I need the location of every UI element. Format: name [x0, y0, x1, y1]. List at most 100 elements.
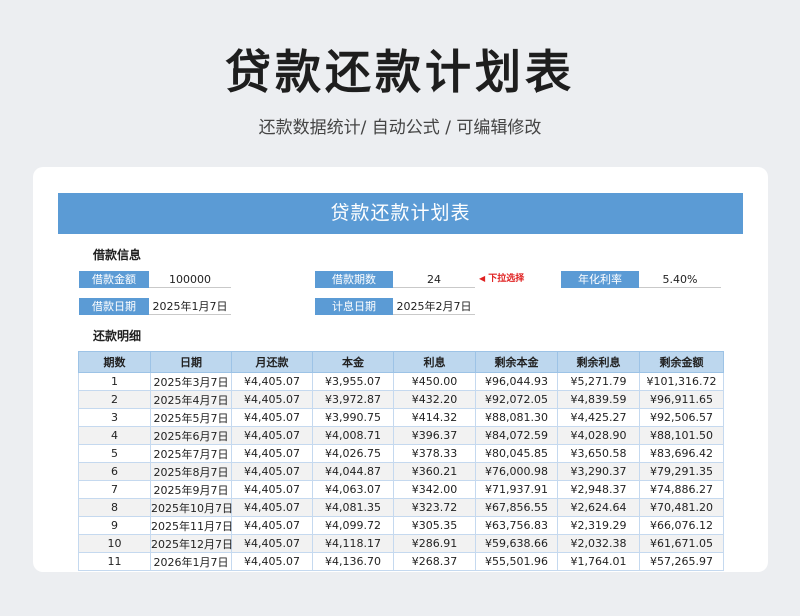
table-cell[interactable]: ¥84,072.59 [475, 426, 558, 445]
table-cell[interactable]: 4 [78, 426, 151, 445]
table-cell[interactable]: ¥71,937.91 [475, 480, 558, 499]
table-cell[interactable]: ¥55,501.96 [475, 552, 558, 571]
rate-label: 年化利率 [561, 271, 639, 288]
table-cell[interactable]: 2025年5月7日 [150, 408, 232, 427]
table-cell[interactable]: ¥57,265.97 [639, 552, 724, 571]
table-cell[interactable]: ¥74,886.27 [639, 480, 724, 499]
table-cell[interactable]: ¥4,405.07 [231, 552, 313, 571]
table-cell[interactable]: ¥2,948.37 [557, 480, 640, 499]
table-cell[interactable]: ¥61,671.05 [639, 534, 724, 553]
table-cell[interactable]: ¥96,044.93 [475, 372, 558, 391]
table-cell[interactable]: ¥4,405.07 [231, 534, 313, 553]
table-cell[interactable]: 2025年8月7日 [150, 462, 232, 481]
table-cell[interactable]: ¥323.72 [393, 498, 476, 517]
table-cell[interactable]: 10 [78, 534, 151, 553]
table-row: 7 2025年9月7日 ¥4,405.07 ¥4,063.07 ¥342.00 ¥71,9… [78, 480, 724, 499]
loan-info-heading: 借款信息 [93, 248, 142, 262]
periods-dropdown[interactable]: 24 [393, 271, 475, 288]
table-cell[interactable]: ¥4,405.07 [231, 444, 313, 463]
table-cell[interactable]: ¥4,405.07 [231, 498, 313, 517]
column-header: 剩余利息 [557, 351, 640, 373]
table-cell[interactable]: ¥4,044.87 [312, 462, 394, 481]
table-cell[interactable]: ¥3,955.07 [312, 372, 394, 391]
table-cell[interactable]: ¥360.21 [393, 462, 476, 481]
table-cell[interactable]: ¥3,990.75 [312, 408, 394, 427]
table-cell[interactable]: ¥268.37 [393, 552, 476, 571]
table-cell[interactable]: ¥4,099.72 [312, 516, 394, 535]
table-cell[interactable]: 6 [78, 462, 151, 481]
table-cell[interactable]: ¥70,481.20 [639, 498, 724, 517]
table-cell[interactable]: 2025年7月7日 [150, 444, 232, 463]
table-cell[interactable]: ¥3,972.87 [312, 390, 394, 409]
table-cell[interactable]: ¥96,911.65 [639, 390, 724, 409]
table-cell[interactable]: 2025年12月7日 [150, 534, 233, 553]
table-cell[interactable]: 2025年10月7日 [150, 498, 233, 517]
interest-date-value[interactable]: 2025年2月7日 [393, 298, 475, 315]
table-cell[interactable]: ¥2,032.38 [557, 534, 640, 553]
table-cell[interactable]: ¥63,756.83 [475, 516, 558, 535]
table-cell[interactable]: ¥4,028.90 [557, 426, 640, 445]
table-cell[interactable]: 3 [78, 408, 151, 427]
table-cell[interactable]: ¥101,316.72 [639, 372, 724, 391]
table-cell[interactable]: ¥83,696.42 [639, 444, 724, 463]
table-cell[interactable]: 5 [78, 444, 151, 463]
table-cell[interactable]: ¥450.00 [393, 372, 476, 391]
table-cell[interactable]: 2025年11月7日 [150, 516, 233, 535]
table-cell[interactable]: ¥79,291.35 [639, 462, 724, 481]
loan-date-value[interactable]: 2025年1月7日 [149, 298, 231, 315]
table-cell[interactable]: ¥4,405.07 [231, 516, 313, 535]
table-cell[interactable]: 9 [78, 516, 151, 535]
table-cell[interactable]: ¥414.32 [393, 408, 476, 427]
table-cell[interactable]: ¥4,063.07 [312, 480, 394, 499]
table-cell[interactable]: 11 [78, 552, 151, 571]
table-cell[interactable]: ¥5,271.79 [557, 372, 640, 391]
table-cell[interactable]: 2 [78, 390, 151, 409]
table-cell[interactable]: 8 [78, 498, 151, 517]
table-cell[interactable]: 2025年6月7日 [150, 426, 232, 445]
table-cell[interactable]: ¥342.00 [393, 480, 476, 499]
table-cell[interactable]: ¥4,026.75 [312, 444, 394, 463]
table-cell[interactable]: ¥305.35 [393, 516, 476, 535]
spreadsheet-card: 贷款还款计划表 借款信息 借款金额 100000 借款期数 24 ◀ 下拉选择 … [33, 167, 768, 572]
table-cell[interactable]: ¥4,118.17 [312, 534, 394, 553]
table-cell[interactable]: 1 [78, 372, 151, 391]
rate-value[interactable]: 5.40% [639, 271, 721, 288]
table-cell[interactable]: 2026年1月7日 [150, 552, 232, 571]
table-cell[interactable]: ¥4,405.07 [231, 408, 313, 427]
table-cell[interactable]: ¥2,319.29 [557, 516, 640, 535]
table-cell[interactable]: ¥432.20 [393, 390, 476, 409]
table-cell[interactable]: ¥92,506.57 [639, 408, 724, 427]
table-cell[interactable]: ¥4,839.59 [557, 390, 640, 409]
table-cell[interactable]: 2025年9月7日 [150, 480, 232, 499]
table-cell[interactable]: ¥59,638.66 [475, 534, 558, 553]
table-cell[interactable]: ¥3,650.58 [557, 444, 640, 463]
table-cell[interactable]: ¥4,008.71 [312, 426, 394, 445]
table-cell[interactable]: ¥4,405.07 [231, 372, 313, 391]
table-cell[interactable]: ¥4,081.35 [312, 498, 394, 517]
table-cell[interactable]: ¥4,405.07 [231, 426, 313, 445]
table-cell[interactable]: ¥286.91 [393, 534, 476, 553]
table-cell[interactable]: ¥80,045.85 [475, 444, 558, 463]
table-cell[interactable]: ¥396.37 [393, 426, 476, 445]
table-cell[interactable]: ¥66,076.12 [639, 516, 724, 535]
table-cell[interactable]: ¥4,136.70 [312, 552, 394, 571]
table-cell[interactable]: ¥88,101.50 [639, 426, 724, 445]
table-cell[interactable]: ¥88,081.30 [475, 408, 558, 427]
table-cell[interactable]: ¥4,405.07 [231, 462, 313, 481]
table-cell[interactable]: ¥2,624.64 [557, 498, 640, 517]
table-cell[interactable]: ¥4,425.27 [557, 408, 640, 427]
table-cell[interactable]: 7 [78, 480, 151, 499]
table-row: 11 2026年1月7日 ¥4,405.07 ¥4,136.70 ¥268.37 ¥55,… [78, 552, 724, 571]
table-cell[interactable]: 2025年3月7日 [150, 372, 232, 391]
table-cell[interactable]: ¥1,764.01 [557, 552, 640, 571]
table-cell[interactable]: ¥92,072.05 [475, 390, 558, 409]
table-cell[interactable]: ¥3,290.37 [557, 462, 640, 481]
table-cell[interactable]: ¥4,405.07 [231, 390, 313, 409]
table-cell[interactable]: ¥4,405.07 [231, 480, 313, 499]
column-header: 利息 [393, 351, 476, 373]
table-cell[interactable]: ¥76,000.98 [475, 462, 558, 481]
amount-value[interactable]: 100000 [149, 271, 231, 288]
table-cell[interactable]: ¥67,856.55 [475, 498, 558, 517]
table-cell[interactable]: ¥378.33 [393, 444, 476, 463]
table-cell[interactable]: 2025年4月7日 [150, 390, 232, 409]
